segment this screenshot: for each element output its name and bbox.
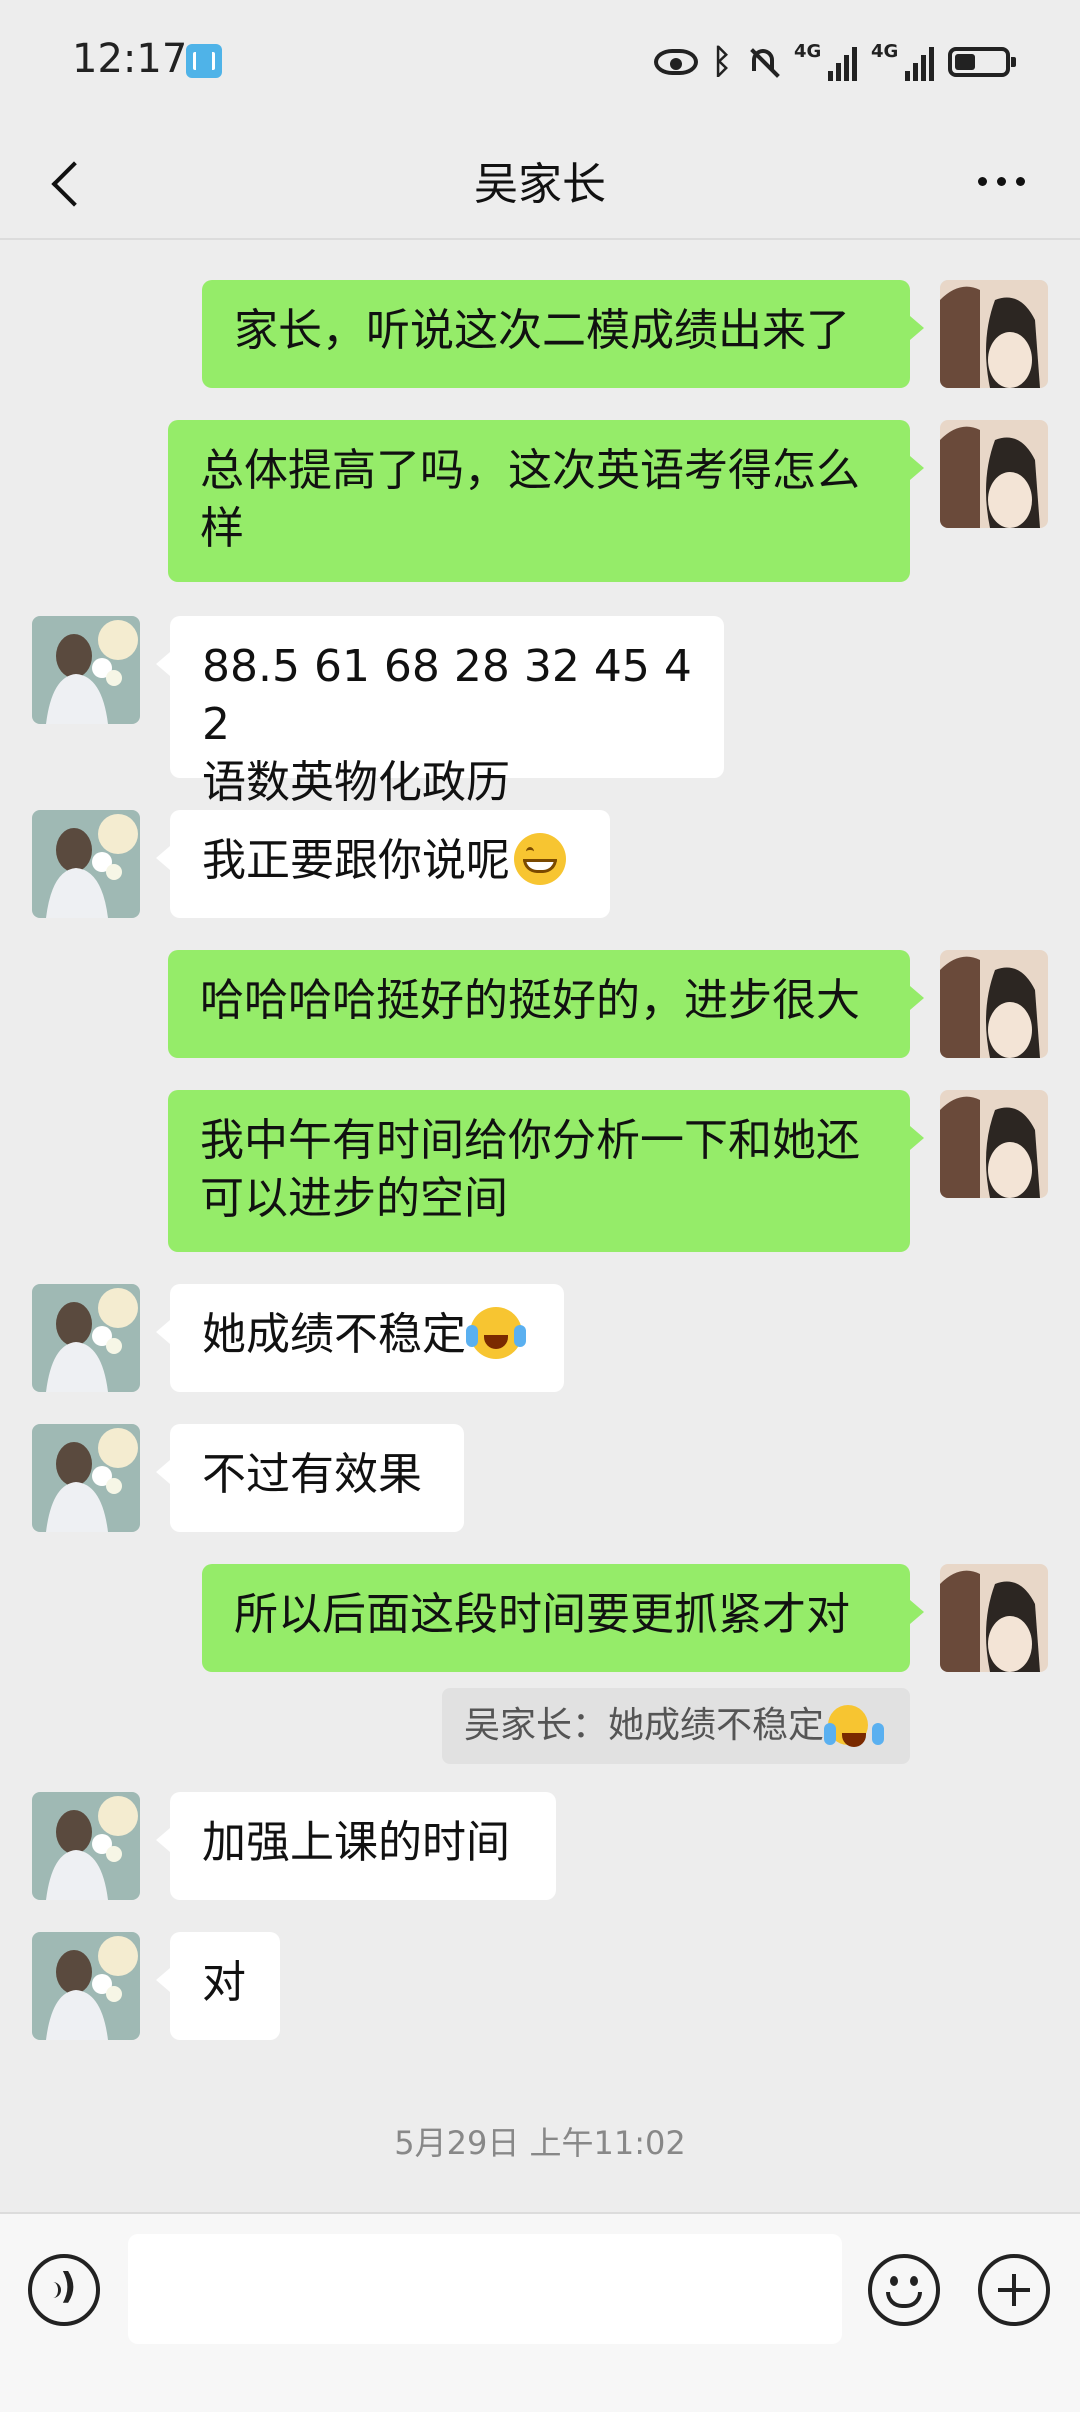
signal-4g-icon: 4G xyxy=(871,41,934,81)
book-app-icon xyxy=(186,44,222,78)
message-bubble-outgoing[interactable]: 哈哈哈哈挺好的挺好的，进步很大 xyxy=(168,950,924,1058)
message-text: 我正要跟你说呢 xyxy=(202,835,510,886)
message-bubble-incoming[interactable]: 88.5 61 68 28 32 45 42 语数英物化政历 xyxy=(156,616,724,808)
avatar-contact[interactable] xyxy=(32,1932,140,2040)
avatar-self[interactable] xyxy=(940,1564,1048,1672)
plus-icon[interactable] xyxy=(978,2254,1050,2326)
voice-icon[interactable] xyxy=(28,2254,100,2326)
message-input[interactable] xyxy=(128,2234,842,2344)
avatar-self[interactable] xyxy=(940,420,1048,528)
eye-icon xyxy=(653,49,698,75)
more-dots-icon[interactable] xyxy=(978,166,1034,196)
message-bubble-outgoing[interactable]: 所以后面这段时间要更抓紧才对 xyxy=(202,1564,924,1672)
message-bubble-incoming[interactable]: 加强上课的时间 xyxy=(156,1792,556,1900)
message-bubble-outgoing[interactable]: 我中午有时间给你分析一下和她还 可以进步的空间 xyxy=(168,1090,924,1252)
message-bubble-incoming[interactable]: 不过有效果 xyxy=(156,1424,464,1532)
chat-timestamp: 5月29日 上午11:02 xyxy=(394,2124,686,2162)
avatar-contact[interactable] xyxy=(32,1284,140,1392)
message-bubble-incoming[interactable]: 我正要跟你说呢 xyxy=(156,810,610,918)
message-text: 她成绩不稳定 xyxy=(202,1309,466,1360)
message-bubble-outgoing[interactable]: 总体提高了吗，这次英语考得怎么 样 xyxy=(168,420,924,582)
status-time: 12:17 xyxy=(72,36,188,82)
bluetooth-icon: ᛒ xyxy=(711,42,732,82)
cry-laugh-emoji-icon xyxy=(824,1705,869,1747)
avatar-contact[interactable] xyxy=(32,1792,140,1900)
cry-laugh-emoji-icon xyxy=(466,1307,522,1359)
avatar-contact[interactable] xyxy=(32,1424,140,1532)
message-bubble-outgoing[interactable]: 家长，听说这次二模成绩出来了 xyxy=(202,280,924,388)
status-icons: ᛒ 4G 4G xyxy=(653,40,1016,84)
grin-emoji-icon xyxy=(514,833,566,885)
chat-title: 吴家长 xyxy=(474,159,606,210)
message-bubble-incoming[interactable]: 她成绩不稳定 xyxy=(156,1284,564,1392)
avatar-self[interactable] xyxy=(940,950,1048,1058)
quote-text: 吴家长：她成绩不稳定 xyxy=(464,1705,825,1746)
avatar-self[interactable] xyxy=(940,280,1048,388)
signal-4g-icon: 4G xyxy=(794,41,857,81)
chat-header: 吴家长 xyxy=(0,124,1080,240)
input-bar xyxy=(0,2212,1080,2412)
mute-bell-icon xyxy=(746,45,780,79)
avatar-self[interactable] xyxy=(940,1090,1048,1198)
avatar-contact[interactable] xyxy=(32,810,140,918)
battery-icon xyxy=(948,47,1016,77)
status-bar: 12:17 ᛒ 4G 4G xyxy=(0,0,1080,124)
smile-icon[interactable] xyxy=(868,2254,940,2326)
quoted-reply[interactable]: 吴家长：她成绩不稳定 xyxy=(442,1688,910,1764)
message-bubble-incoming[interactable]: 对 xyxy=(156,1932,280,2040)
avatar-contact[interactable] xyxy=(32,616,140,724)
